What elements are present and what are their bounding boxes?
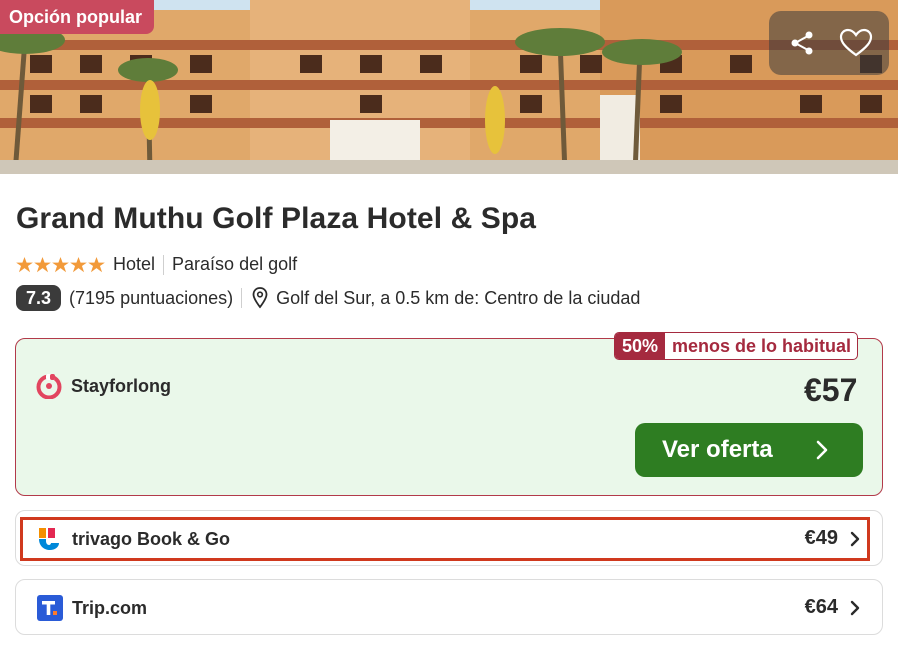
star-icon <box>88 256 105 272</box>
featured-provider-name: Stayforlong <box>71 375 172 396</box>
discount-percent: 50% <box>615 333 666 359</box>
hotel-location[interactable]: Golf del Sur, a 0.5 km de: Centro de la … <box>276 288 640 309</box>
location-pin-icon <box>252 287 268 309</box>
hotel-name[interactable]: Grand Muthu Golf Plaza Hotel & Spa <box>16 202 536 236</box>
share-icon <box>791 31 813 55</box>
star-icon <box>70 256 87 272</box>
star-rating <box>16 256 105 273</box>
tripcom-logo-icon <box>37 595 63 621</box>
favorite-button[interactable] <box>836 23 876 63</box>
offer-provider-name: Trip.com <box>72 597 148 618</box>
star-icon <box>34 256 51 272</box>
hotel-tagline: Paraíso del golf <box>172 254 298 274</box>
heart-icon <box>839 28 873 57</box>
hero-actions <box>769 11 889 75</box>
chevron-right-icon <box>816 440 828 460</box>
offer-provider: Trip.com <box>37 595 147 621</box>
stayforlong-logo-icon <box>36 374 62 399</box>
offer-row-tripcom[interactable]: Trip.com €64 <box>15 579 883 635</box>
star-icon <box>16 256 33 272</box>
hotel-meta: Hotel Paraíso del golf <box>16 254 297 275</box>
offer-price: €64 <box>804 596 838 618</box>
divider <box>163 254 165 275</box>
discount-text: menos de lo habitual <box>672 336 852 356</box>
view-offer-label: Ver oferta <box>662 436 773 463</box>
rating-badge[interactable]: 7.3 <box>16 285 62 311</box>
featured-price: €57 <box>804 372 858 408</box>
selection-highlight <box>20 517 870 561</box>
popular-badge: Opción popular <box>0 0 154 34</box>
featured-provider: Stayforlong <box>36 373 171 399</box>
divider <box>241 288 243 308</box>
star-icon <box>52 256 69 272</box>
view-offer-button[interactable]: Ver oferta <box>635 423 863 477</box>
share-button[interactable] <box>782 23 822 63</box>
hotel-type: Hotel <box>113 254 156 274</box>
chevron-right-icon <box>850 600 860 616</box>
discount-badge: 50% menos de lo habitual <box>614 332 859 360</box>
hotel-rating-location: 7.3 (7195 puntuaciones) Golf del Sur, a … <box>16 285 640 311</box>
review-count[interactable]: (7195 puntuaciones) <box>69 288 233 309</box>
hotel-photo[interactable]: Opción popular <box>0 0 898 174</box>
